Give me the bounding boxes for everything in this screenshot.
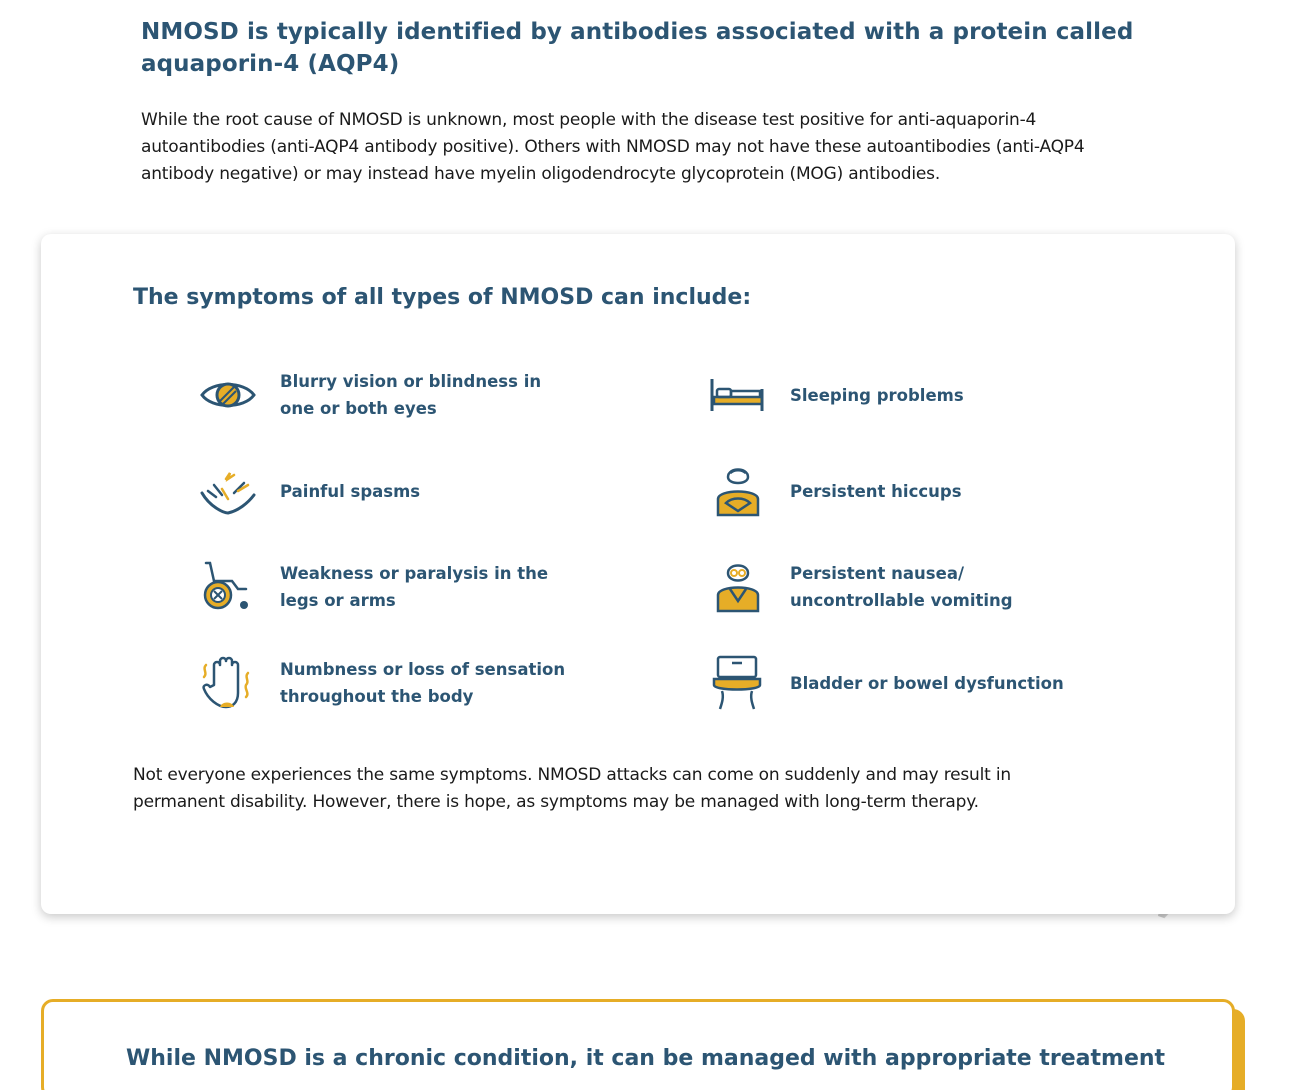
symptom-label: Numbness or loss of sensation throughout… [280,660,566,706]
callout-box: While NMOSD is a chronic condition, it c… [41,999,1235,1090]
management-callout: While NMOSD is a chronic condition, it c… [41,999,1245,1090]
hiccup-person-icon [716,468,760,517]
symptom-item-weakness: Weakness or paralysis in the legs or arm… [198,559,570,615]
symptoms-heading: The symptoms of all types of NMOSD can i… [133,285,752,310]
symptoms-note: Not everyone experiences the same sympto… [133,765,1011,812]
hand-icon [202,656,250,709]
spasm-icon [200,472,256,515]
wheelchair-icon [203,561,248,610]
symptom-item-numbness: Numbness or loss of sensation throughout… [198,655,570,711]
symptom-label: Persistent nausea/ uncontrollable vomiti… [790,564,1013,610]
symptom-item-hiccups: Persistent hiccups [708,463,1080,519]
eye-icon [200,382,256,408]
symptom-label: Bladder or bowel dysfunction [790,673,1064,693]
symptom-item-nausea: Persistent nausea/ uncontrollable vomiti… [708,559,1080,615]
symptom-label: Painful spasms [280,481,421,501]
symptom-label: Blurry vision or blindness in one or bot… [280,372,542,418]
symptom-item-spasms: Painful spasms [198,463,570,519]
symptom-item-sleep: Sleeping problems [708,367,1080,423]
symptom-label: Persistent hiccups [790,481,962,501]
symptom-label: Sleeping problems [790,385,964,405]
symptom-label: Weakness or paralysis in the legs or arm… [280,564,549,610]
symptom-item-bladder: Bladder or bowel dysfunction [708,655,1080,711]
intro-section: NMOSD is typically identified by antibod… [141,16,1141,188]
bed-icon [710,379,764,411]
toilet-icon [712,655,762,710]
intro-body: While the root cause of NMOSD is unknown… [141,110,1085,184]
symptom-item-vision: Blurry vision or blindness in one or bot… [198,367,570,423]
nausea-person-icon [716,564,760,613]
management-heading: While NMOSD is a chronic condition, it c… [126,1046,1166,1071]
intro-heading: NMOSD is typically identified by antibod… [141,19,1134,77]
symptoms-card: The symptoms of all types of NMOSD can i… [41,234,1235,914]
